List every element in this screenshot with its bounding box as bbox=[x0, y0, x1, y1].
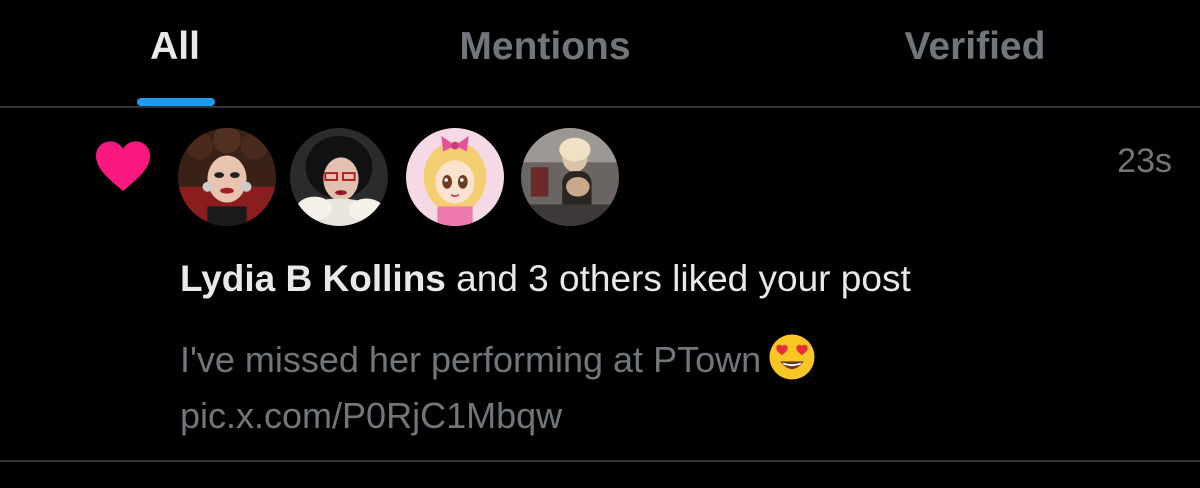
notifications-page: All Mentions Verified 23s Lydia B Kollin… bbox=[0, 0, 1200, 488]
avatar[interactable] bbox=[178, 128, 276, 226]
like-notification[interactable]: 23s Lydia B Kollins and 3 others liked y… bbox=[0, 108, 1200, 462]
post-media-link[interactable]: pic.x.com/P0RjC1Mbqw bbox=[180, 388, 1080, 444]
summary-text: and 3 others liked your post bbox=[445, 258, 911, 299]
avatar[interactable] bbox=[406, 128, 504, 226]
post-text: I've missed her performing at PTown bbox=[180, 339, 762, 380]
heart-icon bbox=[96, 141, 150, 192]
tab-mentions-label: Mentions bbox=[459, 25, 631, 68]
tab-verified[interactable]: Verified bbox=[860, 0, 1090, 106]
tab-all-label: All bbox=[150, 25, 200, 68]
tab-verified-label: Verified bbox=[904, 25, 1046, 68]
active-tab-indicator bbox=[137, 98, 215, 106]
avatar[interactable] bbox=[521, 128, 619, 226]
timestamp: 23s bbox=[1117, 142, 1172, 180]
tab-all[interactable]: All bbox=[110, 0, 240, 106]
tab-mentions[interactable]: Mentions bbox=[430, 0, 660, 106]
heart-eyes-emoji-icon bbox=[769, 334, 815, 380]
notification-tabs: All Mentions Verified bbox=[0, 0, 1200, 108]
notification-summary: Lydia B Kollins and 3 others liked your … bbox=[180, 258, 911, 300]
post-preview: I've missed her performing at PTown pic.… bbox=[180, 332, 1080, 444]
actor-name[interactable]: Lydia B Kollins bbox=[180, 258, 446, 299]
avatar[interactable] bbox=[290, 128, 388, 226]
